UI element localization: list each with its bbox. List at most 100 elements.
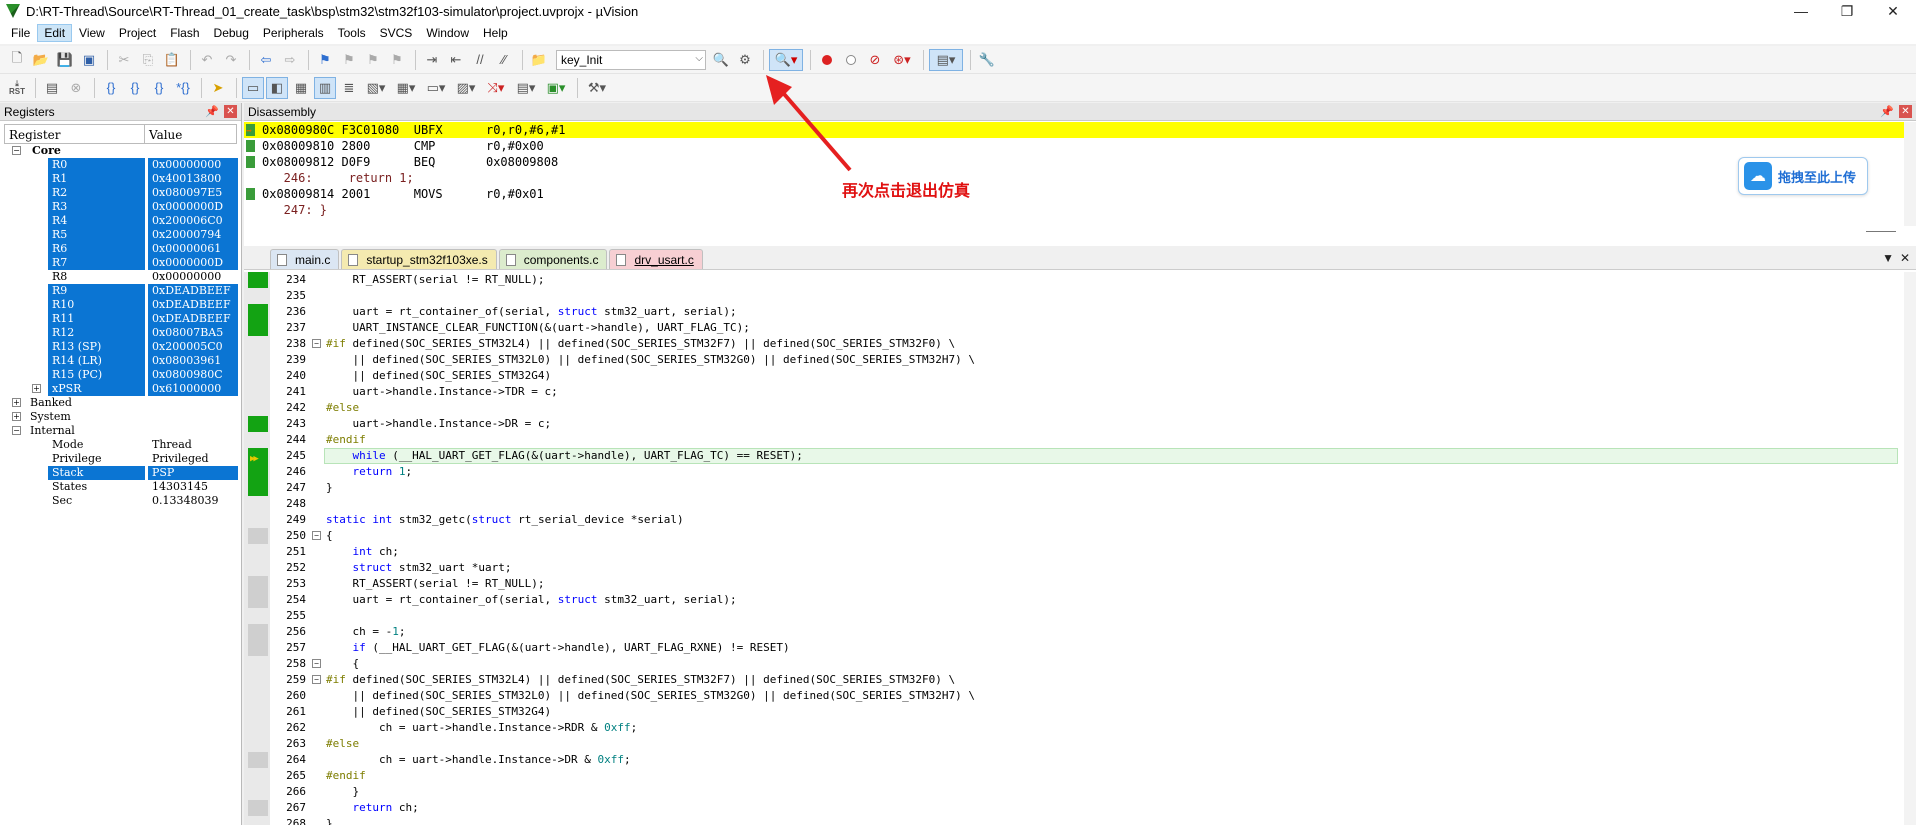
code-line[interactable]: 260 || defined(SOC_SERIES_STM32L0) || de… <box>244 688 1916 704</box>
tab-drv-usart-c[interactable]: drv_usart.c <box>609 249 703 269</box>
menu-window[interactable]: Window <box>419 24 476 42</box>
code-line[interactable]: 257 if (__HAL_UART_GET_FLAG(&(uart->hand… <box>244 640 1916 656</box>
code-line[interactable]: 258− { <box>244 656 1916 672</box>
register-value[interactable]: 0x080097E5 <box>148 186 238 200</box>
register-value[interactable]: 0x08007BA5 <box>148 326 238 340</box>
step-over-icon[interactable]: {} <box>124 77 146 99</box>
maximize-button[interactable]: ❐ <box>1824 0 1870 22</box>
tree-system[interactable]: + System <box>4 410 237 424</box>
tab-list-dropdown-icon[interactable]: ▼ <box>1882 251 1894 265</box>
register-value[interactable]: 0x08003961 <box>148 354 238 368</box>
tab-main-c[interactable]: main.c <box>270 249 340 269</box>
register-value[interactable]: 0x0000000D <box>148 256 238 270</box>
unindent-icon[interactable]: ⇤ <box>445 49 467 71</box>
current-code-line[interactable]: ▶▶ 245 while (__HAL_UART_GET_FLAG(&(uart-… <box>244 448 1916 464</box>
start-stop-debug-button[interactable]: 🔍▾ <box>769 48 803 71</box>
disassembly-line[interactable]: 0x08009810 2800 CMP r0,#0x00 <box>244 138 1904 154</box>
register-value[interactable]: 0.13348039 <box>148 494 238 508</box>
pin-icon[interactable]: 📌 <box>1880 105 1894 118</box>
code-line[interactable]: 266 } <box>244 784 1916 800</box>
code-view[interactable]: 234 RT_ASSERT(serial != RT_NULL); 235 236 … <box>244 272 1916 825</box>
register-row[interactable]: + xPSR 0x61000000 <box>4 382 238 396</box>
register-row[interactable]: States 14303145 <box>4 480 237 494</box>
code-line[interactable]: 237 UART_INSTANCE_CLEAR_FUNCTION(&(uart-… <box>244 320 1916 336</box>
register-row[interactable]: R0 0x00000000 <box>4 158 238 172</box>
run-icon[interactable]: ▤ <box>41 77 63 99</box>
tab-components-c[interactable]: components.c <box>498 249 608 269</box>
register-value[interactable]: Privileged <box>148 452 238 466</box>
register-row[interactable]: R5 0x20000794 <box>4 228 238 242</box>
register-value[interactable]: 0x00000061 <box>148 242 238 256</box>
menu-debug[interactable]: Debug <box>207 24 256 42</box>
register-value[interactable]: 0x00000000 <box>148 270 238 284</box>
symbols-window-icon[interactable]: ▦ <box>290 77 312 99</box>
undo-icon[interactable]: ↶ <box>196 49 218 71</box>
register-row[interactable]: Stack PSP <box>4 466 238 480</box>
menu-edit[interactable]: Edit <box>37 24 73 42</box>
register-value[interactable]: 0x200006C0 <box>148 214 238 228</box>
code-line[interactable]: 235 <box>244 288 1916 304</box>
tree-banked[interactable]: + Banked <box>4 396 237 410</box>
toolbox-icon[interactable]: ▣▾ <box>542 77 570 99</box>
menu-project[interactable]: Project <box>112 24 163 42</box>
register-value[interactable]: 0x0800980C <box>148 368 238 382</box>
register-value[interactable]: 0xDEADBEEF <box>148 298 238 312</box>
code-line[interactable]: 268} <box>244 816 1916 825</box>
collapse-icon[interactable]: − <box>12 146 21 155</box>
step-out-icon[interactable]: {} <box>148 77 170 99</box>
find-icon[interactable]: 🔍 <box>710 49 732 71</box>
source-line[interactable]: 247: } <box>244 202 1904 218</box>
register-row[interactable]: R9 0xDEADBEEF <box>4 284 238 298</box>
expand-icon[interactable]: + <box>12 398 21 407</box>
register-row[interactable]: Mode Thread <box>4 438 237 452</box>
expand-icon[interactable]: + <box>12 412 21 421</box>
fold-toggle-icon[interactable]: − <box>312 675 321 684</box>
registers-window-icon[interactable]: ▥ <box>314 76 336 99</box>
register-row[interactable]: Sec 0.13348039 <box>4 494 237 508</box>
disable-breakpoint-icon[interactable] <box>840 49 862 71</box>
code-line[interactable]: 262 ch = uart->handle.Instance->RDR & 0x… <box>244 720 1916 736</box>
upload-drop-button[interactable]: ☁ 拖拽至此上传 <box>1738 157 1868 195</box>
open-file-icon[interactable]: 📂 <box>30 49 52 71</box>
run-to-cursor-icon[interactable]: *{} <box>172 77 194 99</box>
watch-window-icon[interactable]: ▧▾ <box>362 77 390 99</box>
clear-bookmarks-icon[interactable]: ⚑ <box>386 49 408 71</box>
menu-svcs[interactable]: SVCS <box>373 24 420 42</box>
register-value[interactable]: 0x40013800 <box>148 172 238 186</box>
disassembly-line[interactable]: ➡ 0x0800980C F3C01080 UBFX r0,r0,#6,#1 <box>244 122 1904 138</box>
code-line[interactable]: 248 <box>244 496 1916 512</box>
debug-settings-icon[interactable]: ⚒▾ <box>583 77 611 99</box>
disassembly-window-icon[interactable]: ◧ <box>266 76 288 99</box>
register-row[interactable]: Privilege Privileged <box>4 452 237 466</box>
code-line[interactable]: 244 #endif <box>244 432 1916 448</box>
bookmark-icon[interactable]: ⚑ <box>314 49 336 71</box>
column-register[interactable]: Register <box>5 125 145 143</box>
register-row[interactable]: R7 0x0000000D <box>4 256 238 270</box>
call-stack-icon[interactable]: ≣ <box>338 77 360 99</box>
register-row[interactable]: R6 0x00000061 <box>4 242 238 256</box>
code-line[interactable]: 264 ch = uart->handle.Instance->DR & 0xf… <box>244 752 1916 768</box>
code-line[interactable]: 239 || defined(SOC_SERIES_STM32L0) || de… <box>244 352 1916 368</box>
register-value[interactable]: 0x61000000 <box>148 382 238 396</box>
register-row[interactable]: R2 0x080097E5 <box>4 186 238 200</box>
register-row[interactable]: R4 0x200006C0 <box>4 214 238 228</box>
reset-button[interactable]: ⤓ RST <box>6 77 28 99</box>
menu-view[interactable]: View <box>72 24 112 42</box>
tree-core[interactable]: − Core <box>4 144 237 158</box>
register-row[interactable]: R12 0x08007BA5 <box>4 326 238 340</box>
code-line[interactable]: 261 || defined(SOC_SERIES_STM32G4) <box>244 704 1916 720</box>
code-line[interactable]: 241 uart->handle.Instance->TDR = c; <box>244 384 1916 400</box>
code-line[interactable]: 247} <box>244 480 1916 496</box>
uncomment-icon[interactable]: ⁄⁄ <box>493 49 515 71</box>
copy-icon[interactable]: ⎘ <box>137 49 159 71</box>
menu-help[interactable]: Help <box>476 24 515 42</box>
enable-breakpoints-icon[interactable]: ⊛▾ <box>888 49 916 71</box>
register-value[interactable]: 0x20000794 <box>148 228 238 242</box>
column-value[interactable]: Value <box>145 125 186 143</box>
fold-toggle-icon[interactable]: − <box>312 339 321 348</box>
register-row[interactable]: R8 0x00000000 <box>4 270 237 284</box>
register-value[interactable]: 14303145 <box>148 480 238 494</box>
find-in-files-icon[interactable]: 📁 <box>528 49 550 71</box>
comment-icon[interactable]: // <box>469 49 491 71</box>
code-line[interactable]: 256 ch = -1; <box>244 624 1916 640</box>
